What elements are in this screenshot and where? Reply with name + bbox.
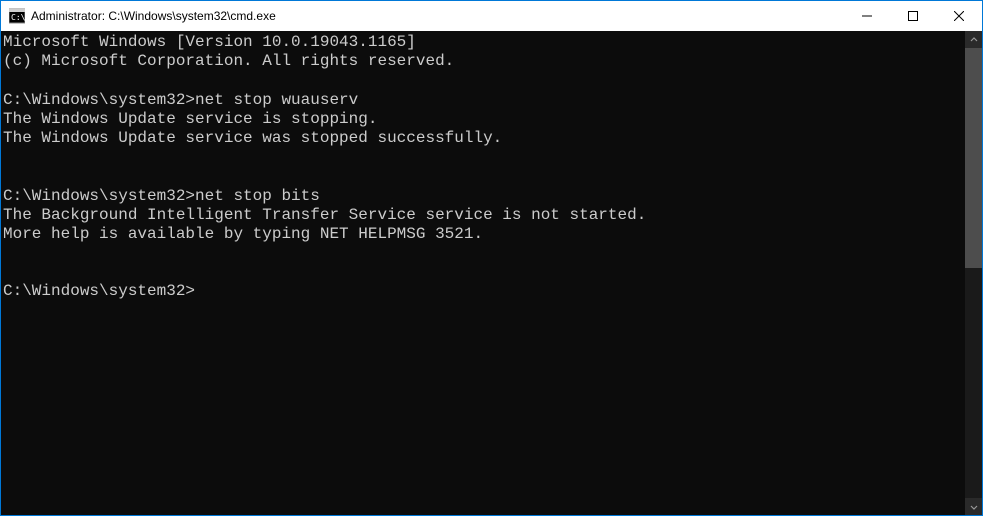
chevron-down-icon [970,503,978,511]
svg-text:C:\: C:\ [11,13,25,22]
header-line: (c) Microsoft Corporation. All rights re… [3,52,965,71]
scroll-up-button[interactable] [965,31,982,48]
scroll-thumb[interactable] [965,48,982,268]
output-line: The Windows Update service was stopped s… [3,129,965,148]
output-line: More help is available by typing NET HEL… [3,225,965,244]
blank-line [3,244,965,263]
command-line: C:\Windows\system32>net stop wuauserv [3,91,965,110]
maximize-button[interactable] [890,1,936,31]
current-prompt-line: C:\Windows\system32> [3,282,965,301]
minimize-icon [862,11,872,21]
output-line: The Background Intelligent Transfer Serv… [3,206,965,225]
blank-line [3,71,965,90]
terminal-output[interactable]: Microsoft Windows [Version 10.0.19043.11… [1,31,965,515]
command-line: C:\Windows\system32>net stop bits [3,187,965,206]
cmd-icon: C:\ [9,8,25,24]
minimize-button[interactable] [844,1,890,31]
close-button[interactable] [936,1,982,31]
blank-line [3,167,965,186]
window-controls [844,1,982,31]
blank-line [3,148,965,167]
output-line: The Windows Update service is stopping. [3,110,965,129]
cmd-window: C:\ Administrator: C:\Windows\system32\c… [1,1,982,515]
prompt: C:\Windows\system32> [3,282,195,300]
command: net stop bits [195,187,320,205]
chevron-up-icon [970,36,978,44]
blank-line [3,263,965,282]
scroll-down-button[interactable] [965,498,982,515]
terminal-area: Microsoft Windows [Version 10.0.19043.11… [1,31,982,515]
close-icon [954,11,964,21]
command: net stop wuauserv [195,91,358,109]
prompt: C:\Windows\system32> [3,91,195,109]
vertical-scrollbar[interactable] [965,31,982,515]
prompt: C:\Windows\system32> [3,187,195,205]
window-title: Administrator: C:\Windows\system32\cmd.e… [31,9,844,23]
header-line: Microsoft Windows [Version 10.0.19043.11… [3,33,965,52]
maximize-icon [908,11,918,21]
titlebar[interactable]: C:\ Administrator: C:\Windows\system32\c… [1,1,982,31]
